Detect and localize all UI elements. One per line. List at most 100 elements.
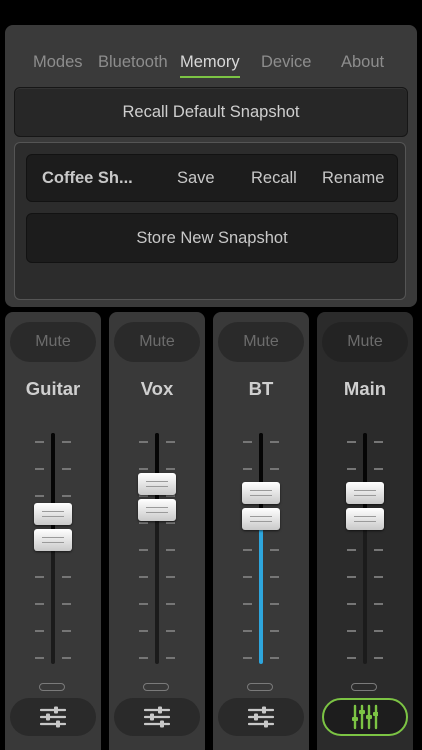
scale-tick (139, 468, 148, 470)
channel-name: Main (343, 378, 387, 399)
scale-tick (139, 549, 148, 551)
channel-name: BT (248, 378, 274, 399)
mute-button[interactable]: Mute (10, 322, 96, 362)
scale-tick (243, 630, 252, 632)
channel-strip-guitar: Mute Guitar (5, 312, 101, 750)
unity-indicator (143, 683, 169, 691)
tab-modes[interactable]: Modes (33, 53, 83, 72)
unity-indicator (247, 683, 273, 691)
sliders-icon (144, 706, 170, 728)
tab-about[interactable]: About (341, 53, 384, 72)
fader-cap-lower (138, 498, 176, 521)
scale-tick (139, 603, 148, 605)
channel-name: Vox (140, 378, 174, 399)
fader-knob[interactable] (138, 472, 176, 527)
channel-strip-vox: Mute Vox (109, 312, 205, 750)
channel-eq-button[interactable] (114, 698, 200, 736)
scale-tick (166, 441, 175, 443)
scale-tick (243, 441, 252, 443)
scale-tick (166, 603, 175, 605)
fader-cap-lower (34, 529, 72, 552)
fader-knob[interactable] (346, 482, 384, 536)
scale-tick (270, 468, 279, 470)
scale-tick (62, 495, 71, 497)
scale-tick (35, 441, 44, 443)
scale-tick (62, 576, 71, 578)
scale-tick (270, 657, 279, 659)
settings-panel: Modes Bluetooth Memory Device About Reca… (5, 25, 417, 307)
scale-tick (35, 630, 44, 632)
snapshot-row: Coffee Sh... Save Recall Rename (26, 154, 398, 202)
store-new-snapshot-button[interactable]: Store New Snapshot (26, 213, 398, 263)
scale-tick (243, 657, 252, 659)
scale-tick (347, 441, 356, 443)
fader-cap-lower (242, 508, 280, 531)
scale-tick (243, 468, 252, 470)
sliders-icon (40, 706, 66, 728)
scale-tick (62, 630, 71, 632)
scale-tick (35, 657, 44, 659)
mixer-sliders-icon (352, 704, 378, 730)
unity-indicator (39, 683, 65, 691)
scale-tick (374, 549, 383, 551)
scale-tick (374, 441, 383, 443)
snapshot-section: Coffee Sh... Save Recall Rename Store Ne… (14, 142, 406, 300)
fader-track[interactable] (363, 433, 367, 664)
scale-tick (139, 441, 148, 443)
scale-tick (139, 576, 148, 578)
scale-tick (374, 468, 383, 470)
tab-memory[interactable]: Memory (180, 53, 240, 78)
scale-tick (270, 630, 279, 632)
scale-tick (347, 576, 356, 578)
scale-tick (347, 630, 356, 632)
scale-tick (347, 657, 356, 659)
scale-tick (35, 603, 44, 605)
mute-button[interactable]: Mute (218, 322, 304, 362)
tab-device[interactable]: Device (261, 53, 311, 72)
fader-knob[interactable] (242, 482, 280, 536)
scale-tick (62, 441, 71, 443)
channel-name: Guitar (25, 378, 81, 399)
fader-cap-upper (34, 503, 72, 526)
fader-cap-upper (138, 472, 176, 495)
scale-tick (374, 630, 383, 632)
unity-indicator (351, 683, 377, 691)
snapshot-name: Coffee Sh... (42, 169, 133, 187)
fader-cap-upper (242, 482, 280, 505)
mute-button[interactable]: Mute (322, 322, 408, 362)
scale-tick (139, 657, 148, 659)
scale-tick (347, 603, 356, 605)
channel-strip-main: Mute Main (317, 312, 413, 750)
fader-cap-upper (346, 482, 384, 505)
scale-tick (243, 549, 252, 551)
fader-track[interactable] (155, 433, 159, 664)
main-mixer-button[interactable] (322, 698, 408, 736)
scale-tick (243, 603, 252, 605)
scale-tick (166, 549, 175, 551)
tab-bluetooth[interactable]: Bluetooth (98, 53, 168, 72)
scale-tick (35, 468, 44, 470)
mute-button[interactable]: Mute (114, 322, 200, 362)
scale-tick (139, 630, 148, 632)
channel-eq-button[interactable] (10, 698, 96, 736)
scale-tick (166, 630, 175, 632)
recall-default-snapshot-button[interactable]: Recall Default Snapshot (14, 87, 408, 137)
channel-eq-button[interactable] (218, 698, 304, 736)
scale-tick (62, 657, 71, 659)
scale-tick (35, 495, 44, 497)
scale-tick (270, 576, 279, 578)
scale-tick (166, 468, 175, 470)
scale-tick (35, 576, 44, 578)
scale-tick (270, 603, 279, 605)
rename-button[interactable]: Rename (322, 169, 384, 188)
fader-knob[interactable] (34, 503, 72, 557)
fader-track[interactable] (259, 433, 263, 664)
scale-tick (374, 603, 383, 605)
scale-tick (347, 468, 356, 470)
save-button[interactable]: Save (177, 169, 215, 188)
scale-tick (166, 576, 175, 578)
scale-tick (243, 576, 252, 578)
recall-button[interactable]: Recall (251, 169, 297, 188)
scale-tick (270, 441, 279, 443)
scale-tick (347, 549, 356, 551)
